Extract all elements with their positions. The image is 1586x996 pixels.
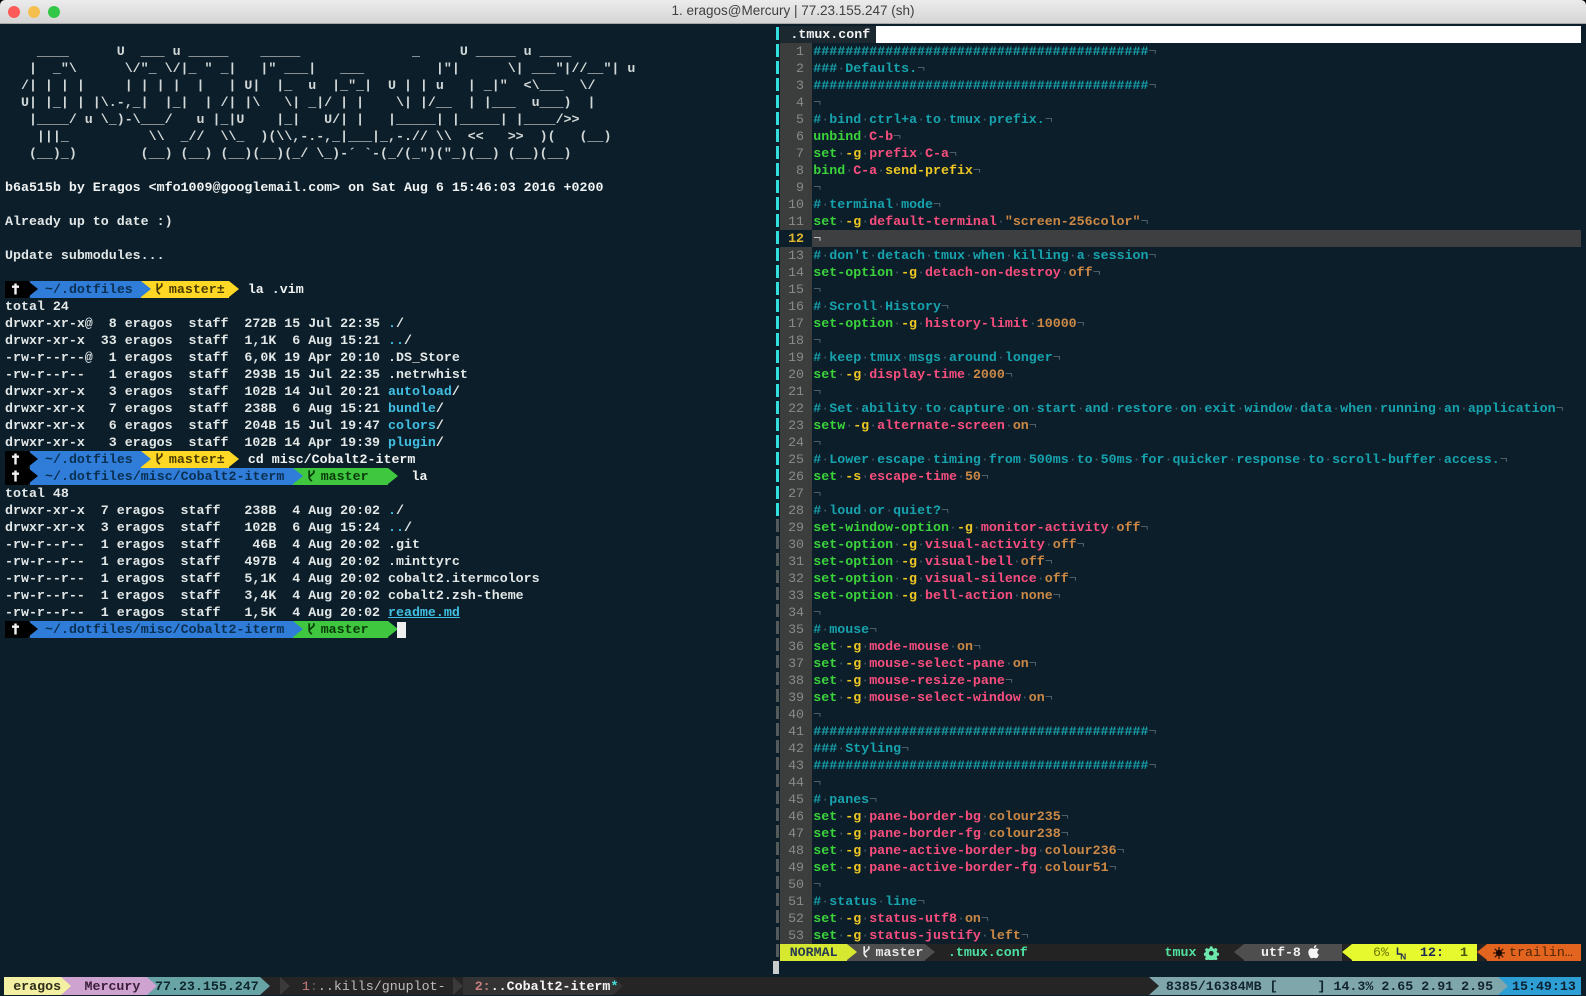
svg-text:N: N [1400,952,1406,959]
